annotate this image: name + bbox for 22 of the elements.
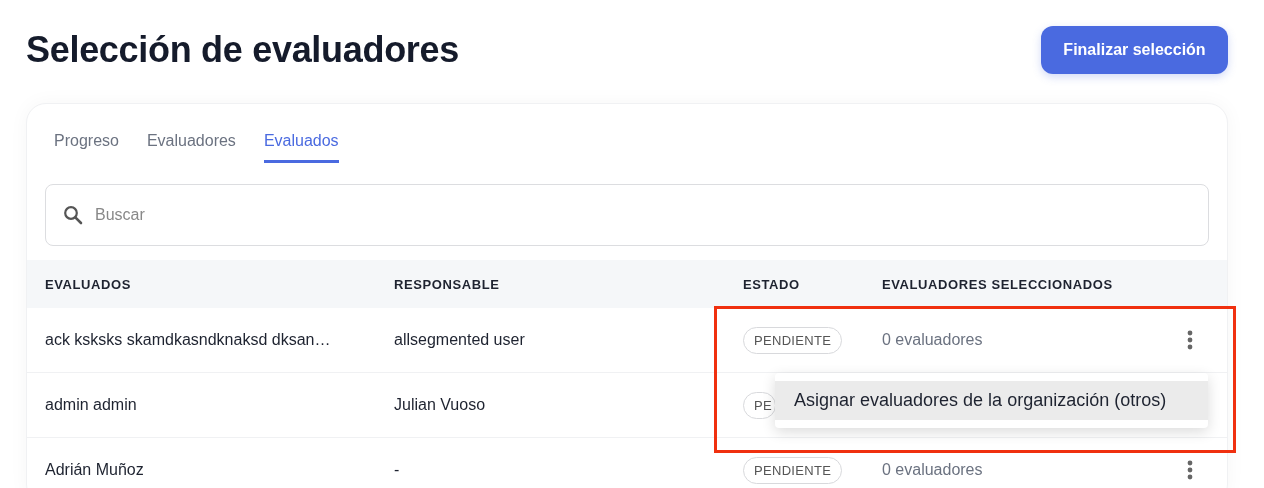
tab[interactable]: Evaluadores [146,129,236,163]
column-header: EVALUADORES SELECCIONADOS [882,276,1114,292]
table-cell-text: admin admin [45,396,138,414]
search-field[interactable]: Buscar [45,184,1209,246]
page-title: Selección de evaluadores [26,29,459,71]
table-cell-text: 0 evaluadores [882,331,984,349]
table-cell-text: Julian Vuoso [394,396,487,414]
menu-item[interactable]: Asignar evaluadores de la organización (otros) [775,381,1208,420]
column-header: EVALUADOS [45,276,133,292]
tab[interactable]: Evaluados [263,129,339,163]
more-options-icon[interactable] [1187,330,1193,350]
table-cell-text: Adrián Muñoz [45,461,145,479]
table-cell-text: allsegmented user [394,331,526,349]
table-cell-text: ack ksksks skamdkasndknaksd dksan… [45,331,332,349]
tab[interactable]: Progreso [54,129,119,163]
finish-selection-button[interactable]: Finalizar selección [1041,26,1228,74]
table-cell-text: - [394,461,401,479]
column-header: ESTADO [743,276,801,292]
search-icon [63,205,83,225]
table-cell-text: 0 evaluadores [882,461,984,479]
more-options-icon[interactable] [1187,460,1193,480]
column-header: RESPONSABLE [394,276,501,292]
